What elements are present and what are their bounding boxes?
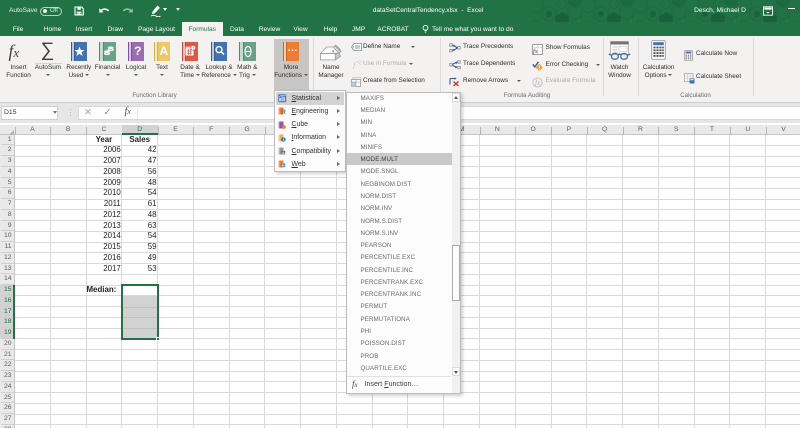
svg-text:f: f [353,61,357,69]
svg-text:fx: fx [533,48,538,55]
svg-text:i: i [283,137,284,142]
svg-text:fx: fx [535,79,541,87]
svg-text:R: R [281,109,286,115]
